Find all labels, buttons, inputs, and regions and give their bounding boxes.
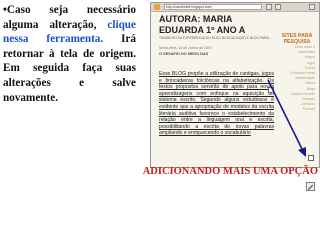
edit-tool-icon[interactable] (306, 182, 315, 191)
arrow-head (298, 147, 306, 157)
arrow-shaft (267, 79, 304, 152)
pointer-arrow (267, 79, 306, 157)
slide-caption: ADICIONANDO MAIS UMA OPÇÃO (142, 166, 318, 177)
